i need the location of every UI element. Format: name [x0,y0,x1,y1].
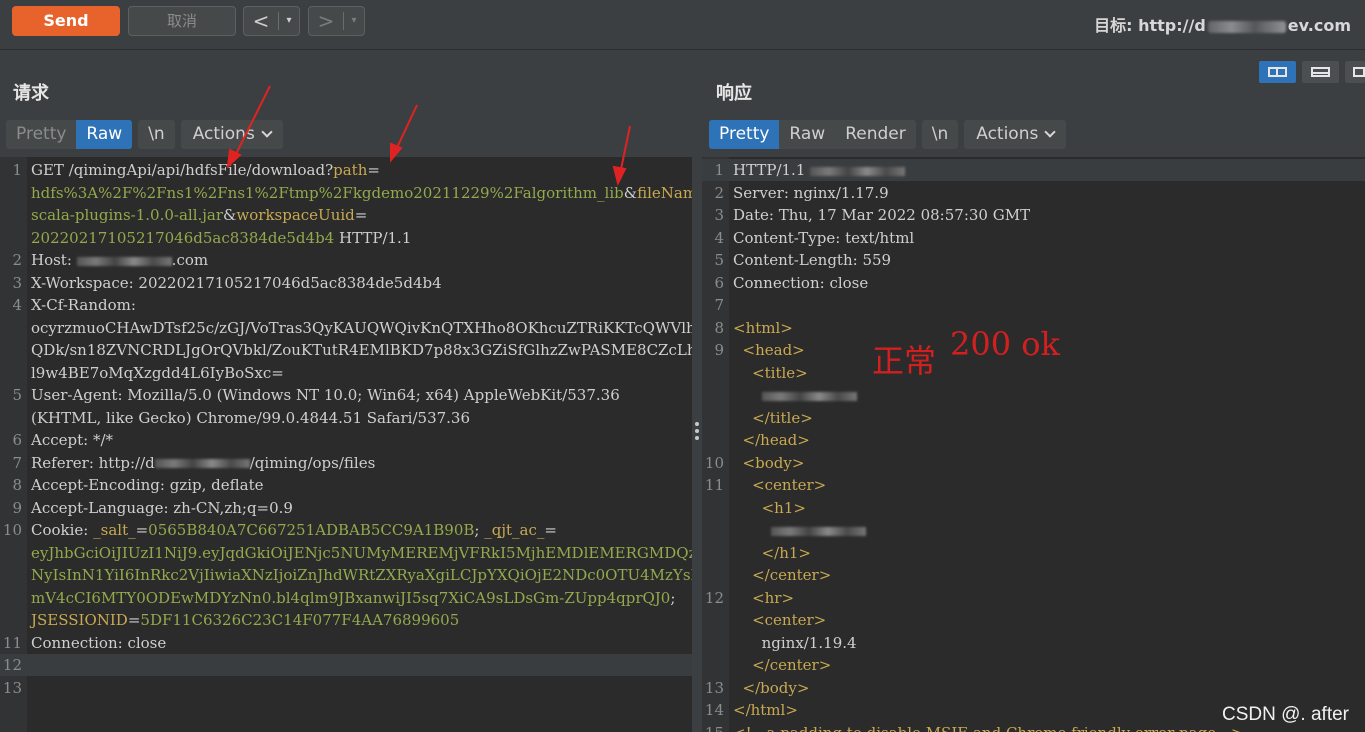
red-arrow-icon [226,85,271,169]
watermark: CSDN @. after [1222,704,1349,725]
red-arrow-icon [612,125,631,186]
red-arrow-icon [390,104,418,163]
annotation-arrows [226,85,631,186]
